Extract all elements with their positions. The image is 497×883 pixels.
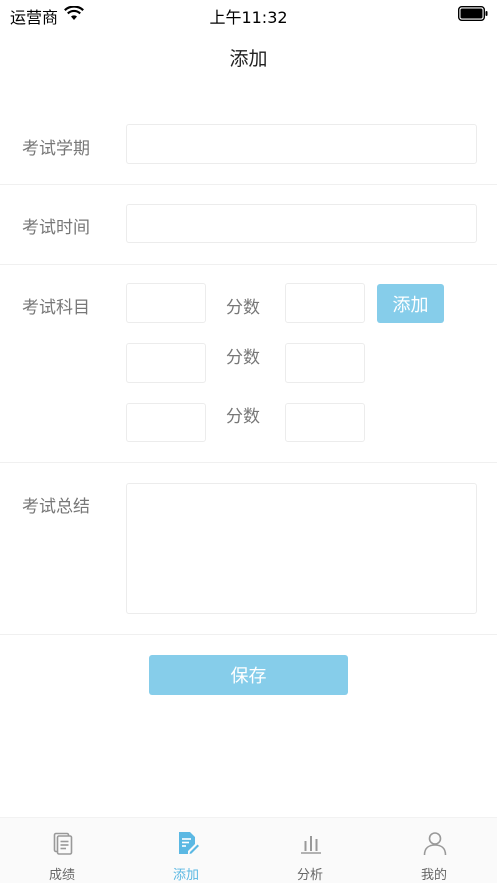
semester-row: 考试学期 (0, 105, 497, 185)
subject-input-1[interactable] (126, 283, 206, 323)
score-input-3[interactable] (285, 403, 365, 442)
save-button[interactable]: 保存 (149, 655, 348, 695)
score-label-2: 分数 (226, 348, 260, 368)
tab-add[interactable]: 添加 (124, 818, 248, 883)
score-input-1[interactable] (285, 283, 365, 323)
score-label-1: 分数 (226, 298, 260, 318)
time-input[interactable] (126, 204, 477, 243)
tab-mine[interactable]: 我的 (372, 818, 496, 883)
battery-icon (458, 6, 488, 21)
score-label-3: 分数 (226, 407, 260, 427)
page-title: 添加 (229, 48, 268, 70)
tab-bar: 成绩 添加 分析 我的 (0, 817, 497, 883)
tab-analysis-label: 分析 (296, 868, 323, 883)
bar-chart-icon (301, 836, 321, 854)
subject-input-3[interactable] (126, 403, 206, 442)
time-label: 考试时间 (22, 218, 90, 238)
semester-input[interactable] (126, 124, 477, 164)
tab-add-label: 添加 (172, 868, 199, 883)
semester-label: 考试学期 (22, 139, 90, 159)
status-bar: 运营商 上午11:32 (0, 0, 497, 28)
tab-scores[interactable]: 成绩 (0, 818, 124, 883)
subject-input-2[interactable] (126, 343, 206, 383)
score-input-2[interactable] (285, 343, 365, 383)
summary-label: 考试总结 (22, 497, 90, 517)
status-time: 上午11:32 (209, 8, 288, 27)
edit-document-icon (179, 832, 199, 854)
tab-scores-label: 成绩 (48, 868, 75, 883)
summary-textarea[interactable] (126, 483, 477, 614)
add-subject-button[interactable]: 添加 (377, 284, 444, 323)
tab-mine-label: 我的 (420, 868, 447, 883)
tab-analysis[interactable]: 分析 (248, 818, 372, 883)
user-icon (423, 832, 447, 856)
time-row: 考试时间 (0, 185, 497, 265)
subjects-label: 考试科目 (22, 298, 90, 318)
document-icon (53, 832, 73, 855)
add-exam-screen: 运营商 上午11:32 添加 考试学期 考试时间 考试科目 分数 分数 分数 添… (0, 0, 497, 883)
